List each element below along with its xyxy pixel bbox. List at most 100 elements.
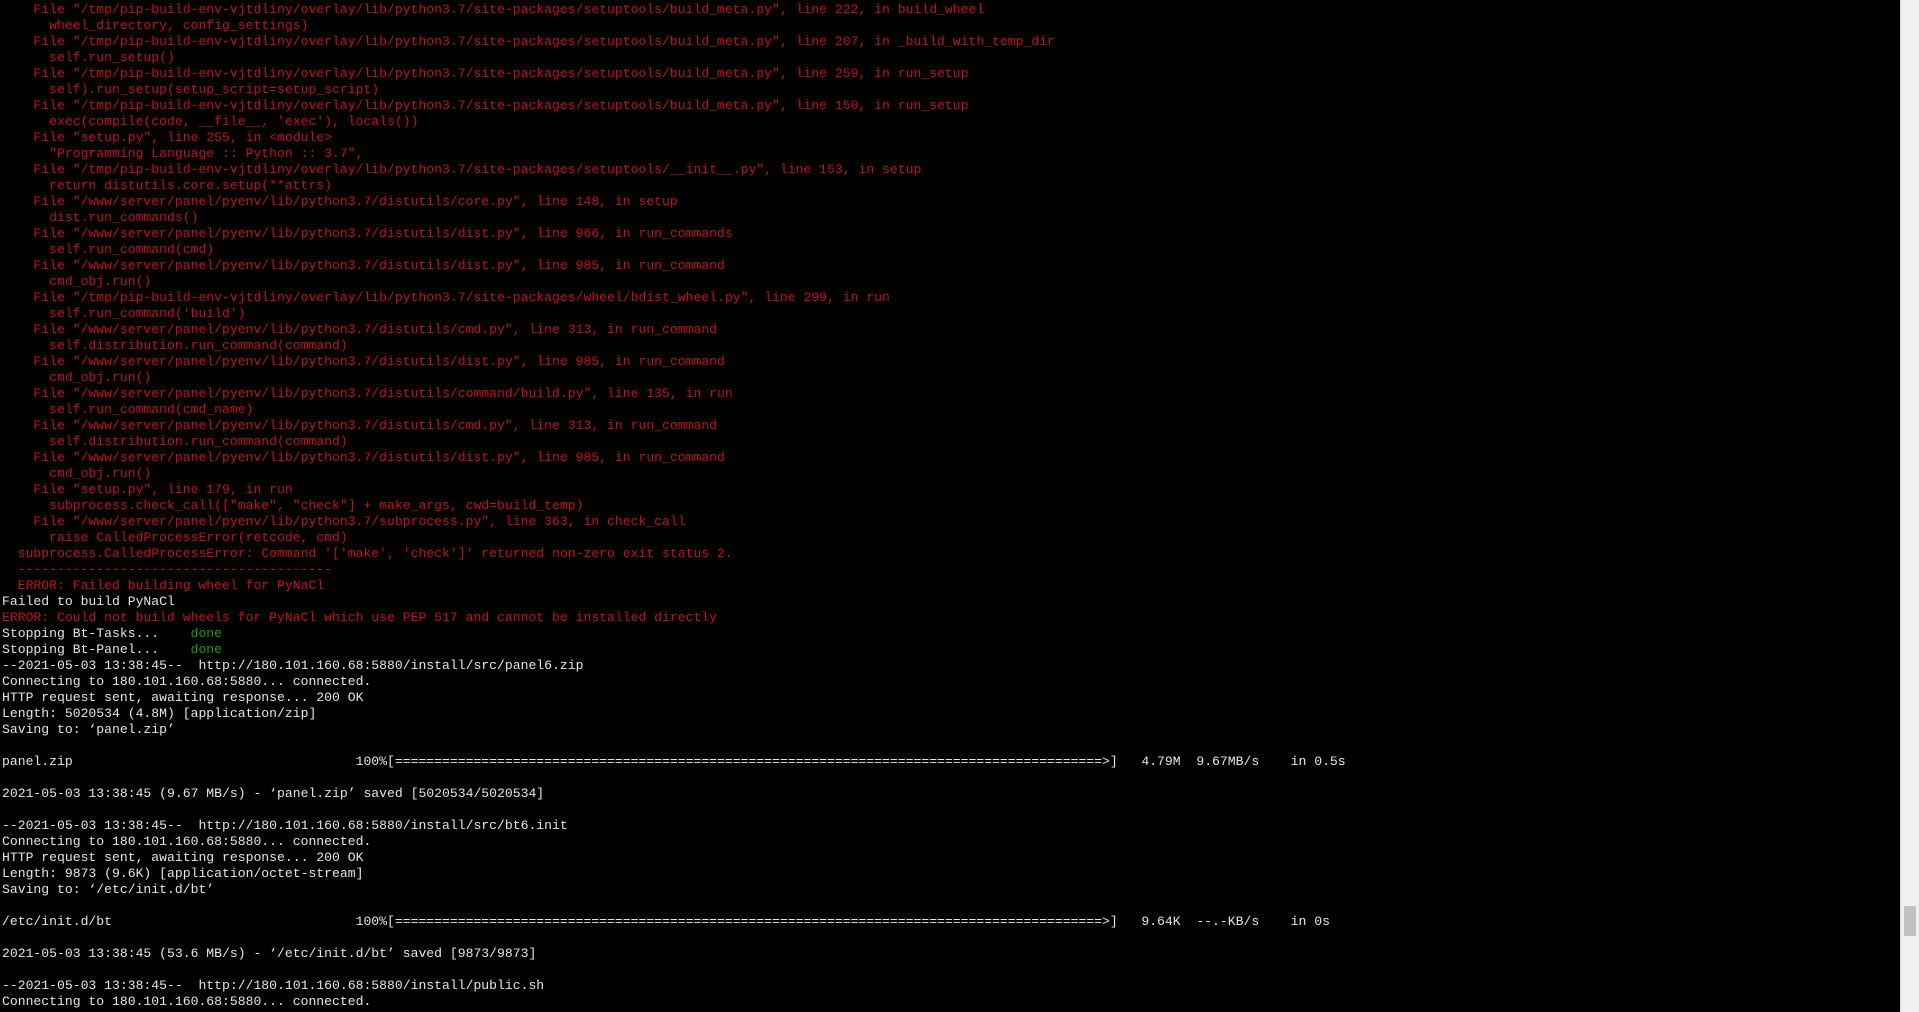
terminal-text: return distutils.core.setup(**attrs) — [2, 178, 333, 193]
terminal-line: File "/tmp/pip-build-env-vjtdliny/overla… — [2, 2, 1900, 18]
terminal-text: --2021-05-03 13:38:45-- http://180.101.1… — [2, 978, 545, 993]
terminal-text: self.distribution.run_command(command) — [2, 434, 348, 449]
terminal-line: Length: 9873 (9.6K) [application/octet-s… — [2, 866, 1900, 882]
terminal-text: File "/www/server/panel/pyenv/lib/python… — [2, 258, 725, 273]
terminal-text: File "/tmp/pip-build-env-vjtdliny/overla… — [2, 162, 922, 177]
terminal-text: self.run_setup() — [2, 50, 175, 65]
terminal-text: /etc/init.d/bt 100%[====================… — [2, 914, 1330, 929]
terminal-line: exec(compile(code, __file__, 'exec'), lo… — [2, 114, 1900, 130]
terminal-line: Connecting to 180.101.160.68:5880... con… — [2, 834, 1900, 850]
terminal-text: File "/www/server/panel/pyenv/lib/python… — [2, 418, 718, 433]
terminal-line: File "/www/server/panel/pyenv/lib/python… — [2, 386, 1900, 402]
terminal-line: File "/tmp/pip-build-env-vjtdliny/overla… — [2, 290, 1900, 306]
scrollbar-thumb[interactable] — [1904, 906, 1916, 936]
terminal-line: File "/www/server/panel/pyenv/lib/python… — [2, 226, 1900, 242]
terminal-line: --2021-05-03 13:38:45-- http://180.101.1… — [2, 658, 1900, 674]
terminal-text: File "/www/server/panel/pyenv/lib/python… — [2, 322, 718, 337]
terminal-text: HTTP request sent, awaiting response... … — [2, 690, 364, 705]
terminal-text: File "/www/server/panel/pyenv/lib/python… — [2, 514, 686, 529]
terminal-text: wheel_directory, config_settings) — [2, 18, 309, 33]
terminal-line: --2021-05-03 13:38:45-- http://180.101.1… — [2, 818, 1900, 834]
terminal-text: File "/tmp/pip-build-env-vjtdliny/overla… — [2, 34, 1055, 49]
terminal-line: File "/tmp/pip-build-env-vjtdliny/overla… — [2, 98, 1900, 114]
terminal-text: File "/www/server/panel/pyenv/lib/python… — [2, 450, 725, 465]
vertical-scrollbar[interactable] — [1900, 0, 1919, 1012]
terminal-text: File "setup.py", line 179, in run — [2, 482, 293, 497]
terminal-text: File "/www/server/panel/pyenv/lib/python… — [2, 386, 733, 401]
terminal-text: Connecting to 180.101.160.68:5880... con… — [2, 994, 372, 1009]
terminal-line: Saving to: ‘panel.zip’ — [2, 722, 1900, 738]
terminal-line: Stopping Bt-Panel... done — [2, 642, 1900, 658]
terminal-line: subprocess.check_call(["make", "check"] … — [2, 498, 1900, 514]
terminal-text: "Programming Language :: Python :: 3.7", — [2, 146, 364, 161]
terminal-text: File "/tmp/pip-build-env-vjtdliny/overla… — [2, 66, 969, 81]
terminal-line: self.run_command(cmd) — [2, 242, 1900, 258]
terminal-line: File "/tmp/pip-build-env-vjtdliny/overla… — [2, 66, 1900, 82]
terminal-line: self).run_setup(setup_script=setup_scrip… — [2, 82, 1900, 98]
terminal-text: File "/tmp/pip-build-env-vjtdliny/overla… — [2, 290, 890, 305]
terminal-text: panel.zip 100%[=========================… — [2, 754, 1346, 769]
terminal-line: ERROR: Failed building wheel for PyNaCl — [2, 578, 1900, 594]
terminal-text: ERROR: Could not build wheels for PyNaCl… — [2, 610, 718, 625]
terminal-line: self.distribution.run_command(command) — [2, 434, 1900, 450]
terminal-line: File "/tmp/pip-build-env-vjtdliny/overla… — [2, 162, 1900, 178]
terminal-text: 2021-05-03 13:38:45 (9.67 MB/s) - ‘panel… — [2, 786, 545, 801]
terminal-line: Stopping Bt-Tasks... done — [2, 626, 1900, 642]
terminal-text: File "/www/server/panel/pyenv/lib/python… — [2, 194, 678, 209]
terminal-line: self.distribution.run_command(command) — [2, 338, 1900, 354]
terminal-text: subprocess.CalledProcessError: Command '… — [2, 546, 733, 561]
status-done-text: done — [190, 642, 223, 657]
terminal-line: Failed to build PyNaCl — [2, 594, 1900, 610]
terminal-text: self.run_command(cmd_name) — [2, 402, 254, 417]
terminal-text: Stopping Bt-Panel... — [2, 642, 191, 657]
terminal-text: self.distribution.run_command(command) — [2, 338, 348, 353]
terminal-text: subprocess.check_call(["make", "check"] … — [2, 498, 584, 513]
terminal-text: exec(compile(code, __file__, 'exec'), lo… — [2, 114, 419, 129]
terminal-line: File "/www/server/panel/pyenv/lib/python… — [2, 258, 1900, 274]
terminal-text: Failed to build PyNaCl — [2, 594, 175, 609]
terminal-line: cmd_obj.run() — [2, 370, 1900, 386]
terminal-line: raise CalledProcessError(retcode, cmd) — [2, 530, 1900, 546]
terminal-line: File "/www/server/panel/pyenv/lib/python… — [2, 514, 1900, 530]
terminal-line: File "/www/server/panel/pyenv/lib/python… — [2, 194, 1900, 210]
terminal-text: File "/tmp/pip-build-env-vjtdliny/overla… — [2, 2, 985, 17]
terminal-line: Connecting to 180.101.160.68:5880... con… — [2, 674, 1900, 690]
terminal-line: subprocess.CalledProcessError: Command '… — [2, 546, 1900, 562]
terminal-text: Connecting to 180.101.160.68:5880... con… — [2, 674, 372, 689]
terminal-text: Length: 9873 (9.6K) [application/octet-s… — [2, 866, 364, 881]
terminal-line: self.run_command(cmd_name) — [2, 402, 1900, 418]
terminal-text: --2021-05-03 13:38:45-- http://180.101.1… — [2, 658, 584, 673]
terminal-text: File "/tmp/pip-build-env-vjtdliny/overla… — [2, 98, 969, 113]
terminal-window[interactable]: File "/tmp/pip-build-env-vjtdliny/overla… — [0, 0, 1900, 1012]
terminal-line: HTTP request sent, awaiting response... … — [2, 850, 1900, 866]
terminal-text: raise CalledProcessError(retcode, cmd) — [2, 530, 348, 545]
terminal-text: Stopping Bt-Tasks... — [2, 626, 191, 641]
terminal-output: File "/tmp/pip-build-env-vjtdliny/overla… — [2, 2, 1900, 1010]
terminal-line: panel.zip 100%[=========================… — [2, 754, 1900, 770]
terminal-line: File "setup.py", line 179, in run — [2, 482, 1900, 498]
terminal-line: 2021-05-03 13:38:45 (9.67 MB/s) - ‘panel… — [2, 786, 1900, 802]
terminal-line: return distutils.core.setup(**attrs) — [2, 178, 1900, 194]
terminal-line: HTTP request sent, awaiting response... … — [2, 690, 1900, 706]
terminal-text: 2021-05-03 13:38:45 (53.6 MB/s) - ‘/etc/… — [2, 946, 537, 961]
terminal-text: HTTP request sent, awaiting response... … — [2, 850, 364, 865]
terminal-text: dist.run_commands() — [2, 210, 199, 225]
terminal-line: File "/www/server/panel/pyenv/lib/python… — [2, 450, 1900, 466]
terminal-text: self.run_command(cmd) — [2, 242, 215, 257]
terminal-text: Connecting to 180.101.160.68:5880... con… — [2, 834, 372, 849]
terminal-text: File "/www/server/panel/pyenv/lib/python… — [2, 354, 725, 369]
terminal-line: ERROR: Could not build wheels for PyNaCl… — [2, 610, 1900, 626]
terminal-text: --2021-05-03 13:38:45-- http://180.101.1… — [2, 818, 568, 833]
terminal-text: ---------------------------------------- — [2, 562, 333, 577]
terminal-text: cmd_obj.run() — [2, 466, 152, 481]
terminal-text: cmd_obj.run() — [2, 274, 152, 289]
terminal-line: File "/www/server/panel/pyenv/lib/python… — [2, 354, 1900, 370]
terminal-line: Saving to: ‘/etc/init.d/bt’ — [2, 882, 1900, 898]
terminal-line: self.run_setup() — [2, 50, 1900, 66]
